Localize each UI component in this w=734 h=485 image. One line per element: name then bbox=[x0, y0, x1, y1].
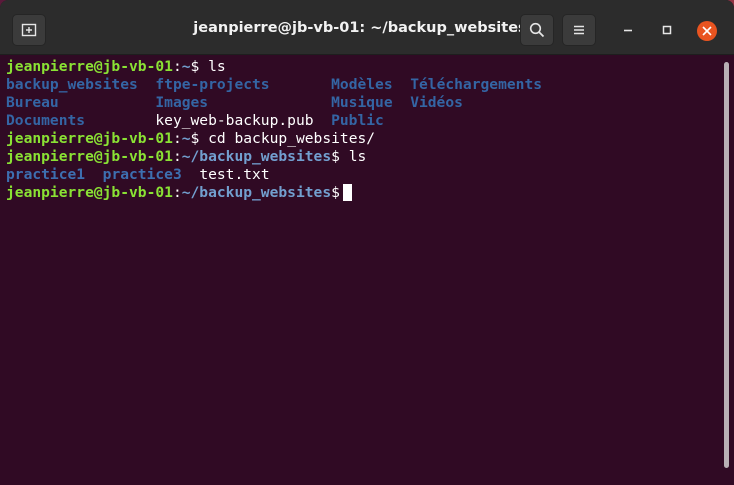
close-button[interactable] bbox=[697, 21, 717, 41]
ls-output-row: backup_websites ftpe-projects Modèles Té… bbox=[6, 76, 720, 94]
title-bar[interactable]: jeanpierre@jb-vb-01: ~/backup_websites bbox=[0, 0, 734, 55]
list-item: key_web-backup.pub bbox=[155, 112, 314, 129]
list-item: Documents bbox=[6, 112, 86, 129]
window-title: jeanpierre@jb-vb-01: ~/backup_websites bbox=[193, 20, 527, 36]
list-item: ftpe-projects bbox=[155, 76, 270, 93]
maximize-icon bbox=[657, 20, 677, 40]
prompt-separator: : bbox=[172, 148, 182, 165]
prompt-separator: : bbox=[172, 130, 182, 147]
command-text: ls bbox=[199, 58, 226, 75]
prompt-line: jeanpierre@jb-vb-01:~/backup_websites$ l… bbox=[6, 148, 720, 166]
prompt-user: jeanpierre@jb-vb-01 bbox=[6, 148, 173, 165]
prompt-dollar: $ bbox=[190, 130, 200, 147]
minimize-button[interactable] bbox=[618, 20, 638, 40]
new-tab-button[interactable] bbox=[12, 14, 46, 46]
terminal-output[interactable]: jeanpierre@jb-vb-01:~$ ls backup_website… bbox=[0, 55, 720, 485]
prompt-user: jeanpierre@jb-vb-01 bbox=[6, 184, 173, 201]
list-item: backup_websites bbox=[6, 76, 138, 93]
prompt-dollar: $ bbox=[190, 58, 200, 75]
list-item: Modèles bbox=[331, 76, 393, 93]
text-cursor bbox=[342, 184, 352, 201]
command-text: ls bbox=[339, 148, 367, 165]
ls-output-row: Documents key_web-backup.pub Public bbox=[6, 112, 720, 130]
prompt-user: jeanpierre@jb-vb-01 bbox=[6, 130, 173, 147]
search-button[interactable] bbox=[520, 14, 554, 46]
list-item: practice1 bbox=[6, 166, 86, 183]
prompt-path: ~ bbox=[181, 130, 191, 147]
ls-output-row: practice1 practice3 test.txt bbox=[6, 166, 720, 184]
prompt-dollar: $ bbox=[331, 148, 340, 165]
scrollbar[interactable] bbox=[724, 62, 729, 468]
list-item: Musique bbox=[331, 94, 393, 111]
maximize-button[interactable] bbox=[657, 20, 677, 40]
list-item: Téléchargements bbox=[410, 76, 543, 93]
current-prompt-line[interactable]: jeanpierre@jb-vb-01:~/backup_websites$ bbox=[6, 184, 720, 202]
list-item: Public bbox=[331, 112, 384, 129]
prompt-separator: : bbox=[172, 58, 182, 75]
ls-output-row: Bureau Images Musique Vidéos bbox=[6, 94, 720, 112]
prompt-dollar: $ bbox=[331, 184, 340, 201]
terminal-window: jeanpierre@jb-vb-01: ~/backup_websites j… bbox=[0, 0, 734, 485]
prompt-path: ~/backup_websites bbox=[181, 184, 332, 201]
list-item: Vidéos bbox=[410, 94, 463, 111]
prompt-line: jeanpierre@jb-vb-01:~$ cd backup_website… bbox=[6, 130, 720, 148]
menu-button[interactable] bbox=[562, 14, 596, 46]
prompt-path: ~ bbox=[181, 58, 191, 75]
minimize-icon bbox=[618, 20, 638, 40]
prompt-separator: : bbox=[172, 184, 182, 201]
command-text: cd backup_websites/ bbox=[199, 130, 376, 147]
prompt-user: jeanpierre@jb-vb-01 bbox=[6, 58, 173, 75]
prompt-path: ~/backup_websites bbox=[181, 148, 332, 165]
list-item: practice3 bbox=[102, 166, 182, 183]
list-item: Images bbox=[155, 94, 209, 111]
prompt-line: jeanpierre@jb-vb-01:~$ ls bbox=[6, 58, 720, 76]
list-item: Bureau bbox=[6, 94, 59, 111]
list-item: test.txt bbox=[199, 166, 270, 183]
